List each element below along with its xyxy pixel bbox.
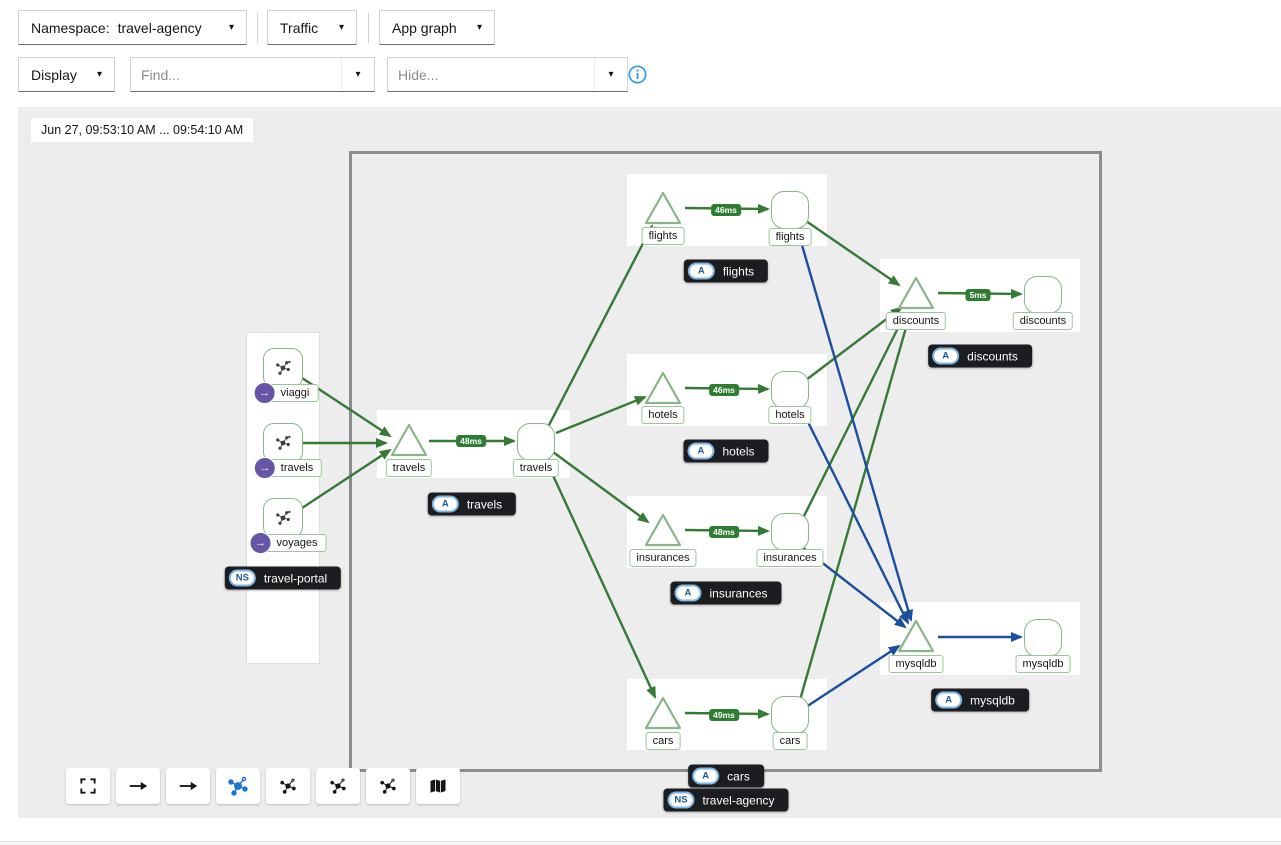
layout-2-button[interactable]	[316, 768, 360, 804]
graph-traffic-button[interactable]	[166, 768, 210, 804]
app-badge-label: mysqldb	[970, 693, 1015, 707]
edge-latency-badge: 48ms	[456, 435, 486, 447]
edge-latency-badge: 49ms	[709, 709, 739, 721]
edge-travels-hotels[interactable]	[556, 397, 645, 433]
app-badge-icon: A	[932, 348, 959, 365]
layout-graph-icon	[278, 776, 298, 796]
service-node-flights[interactable]	[771, 191, 809, 229]
node-label-cars-service[interactable]: cars	[773, 732, 808, 750]
app-badge-insurances[interactable]: A insurances	[670, 582, 781, 605]
layout-1-button[interactable]	[266, 768, 310, 804]
app-node-insurances[interactable]	[642, 511, 684, 549]
app-node-travels[interactable]	[388, 421, 430, 459]
app-node-discounts[interactable]	[895, 274, 937, 312]
namespace-badge-travel-agency[interactable]: NS travel-agency	[663, 789, 788, 812]
service-node-mysqldb[interactable]	[1024, 619, 1062, 657]
edge-latency-badge: 5ms	[965, 289, 990, 301]
edge-flights-discounts[interactable]	[806, 221, 899, 285]
node-label-hotels-app[interactable]: hotels	[641, 406, 684, 424]
edge-latency-badge: 46ms	[711, 204, 741, 216]
app-badge-label: discounts	[967, 349, 1018, 363]
app-badge-icon: A	[692, 768, 719, 785]
node-label-discounts-app[interactable]: discounts	[886, 312, 946, 330]
legend-button[interactable]	[416, 768, 460, 804]
layout-graph-icon-active	[226, 774, 250, 798]
node-label-mysqldb-service[interactable]: mysqldb	[1016, 655, 1071, 673]
node-label-cars-app[interactable]: cars	[646, 732, 681, 750]
node-label-flights-service[interactable]: flights	[769, 228, 812, 246]
workload-label-viaggi[interactable]: → viaggi	[254, 382, 319, 404]
app-node-mysqldb[interactable]	[895, 617, 937, 655]
layout-3-button[interactable]	[366, 768, 410, 804]
arrow-right-icon	[177, 778, 199, 794]
service-node-hotels[interactable]	[771, 371, 809, 409]
node-label-flights-app[interactable]: flights	[642, 227, 685, 245]
service-mesh-icon	[274, 359, 292, 377]
node-label-insurances-app[interactable]: insurances	[629, 549, 696, 567]
service-node-travels[interactable]	[517, 423, 555, 461]
node-label-travels-app[interactable]: travels	[386, 459, 432, 477]
edge-travels-flights[interactable]	[548, 226, 652, 427]
edge-cars-discounts[interactable]	[800, 317, 909, 700]
app-node-flights[interactable]	[642, 189, 684, 227]
node-label-mysqldb-app[interactable]: mysqldb	[889, 655, 944, 673]
ns-badge-icon: NS	[667, 792, 694, 809]
app-badge-mysqldb[interactable]: A mysqldb	[931, 689, 1029, 712]
node-label-insurances-service[interactable]: insurances	[756, 549, 823, 567]
service-mesh-icon	[274, 434, 292, 452]
zoom-to-fit-button[interactable]	[66, 768, 110, 804]
zoom-to-fit-icon	[78, 776, 98, 796]
workload-label-voyages[interactable]: → voyages	[250, 532, 327, 554]
app-badge-icon: A	[674, 585, 701, 602]
arrow-right-icon	[127, 778, 149, 794]
app-node-cars[interactable]	[642, 694, 684, 732]
workload-entry-icon: →	[254, 457, 276, 479]
node-label-travels-service[interactable]: travels	[513, 459, 559, 477]
graph-hide-button[interactable]	[116, 768, 160, 804]
layout-graph-icon	[328, 776, 348, 796]
edge-latency-badge: 48ms	[709, 526, 739, 538]
app-badge-discounts[interactable]: A discounts	[928, 345, 1032, 368]
app-badge-icon: A	[688, 263, 715, 280]
app-badge-travels[interactable]: A travels	[428, 493, 516, 516]
edge-travels-insurances[interactable]	[553, 452, 648, 522]
graph-time-range: Jun 27, 09:53:10 AM ... 09:54:10 AM	[31, 118, 253, 142]
edge-travels-cars[interactable]	[545, 458, 655, 697]
service-mesh-icon	[274, 509, 292, 527]
node-label-discounts-service[interactable]: discounts	[1013, 312, 1073, 330]
app-badge-icon: A	[432, 496, 459, 513]
kiali-graph-page: Namespace: travel-agency ▾ Traffic ▾ App…	[0, 0, 1281, 845]
namespace-badge-label: travel-portal	[264, 571, 327, 585]
workload-label-travels[interactable]: → travels	[254, 457, 322, 479]
app-badge-icon: A	[935, 692, 962, 709]
layout-graph-icon	[378, 776, 398, 796]
layout-default-button-active[interactable]	[216, 768, 260, 804]
service-node-cars[interactable]	[771, 696, 809, 734]
namespace-badge-travel-portal[interactable]: NS travel-portal	[225, 567, 341, 590]
service-node-discounts[interactable]	[1024, 276, 1062, 314]
app-badge-label: travels	[467, 497, 502, 511]
service-node-insurances[interactable]	[771, 513, 809, 551]
app-badge-cars[interactable]: A cars	[688, 765, 764, 788]
namespace-badge-label: travel-agency	[702, 793, 774, 807]
app-badge-label: cars	[727, 769, 750, 783]
edge-latency-badge: 46ms	[709, 384, 739, 396]
app-node-hotels[interactable]	[642, 369, 684, 407]
app-badge-flights[interactable]: A flights	[684, 260, 768, 283]
edge-cars-mysqldb[interactable]	[806, 646, 899, 707]
app-badge-label: hotels	[722, 444, 754, 458]
legend-map-icon	[428, 777, 448, 795]
workload-entry-icon: →	[250, 532, 272, 554]
edge-hotels-mysqldb[interactable]	[800, 406, 908, 623]
node-label-hotels-service[interactable]: hotels	[768, 406, 811, 424]
workload-entry-icon: →	[254, 382, 276, 404]
app-badge-hotels[interactable]: A hotels	[683, 440, 768, 463]
ns-badge-icon: NS	[229, 570, 256, 587]
app-badge-label: flights	[723, 264, 754, 278]
app-badge-label: insurances	[709, 586, 767, 600]
app-badge-icon: A	[687, 443, 714, 460]
